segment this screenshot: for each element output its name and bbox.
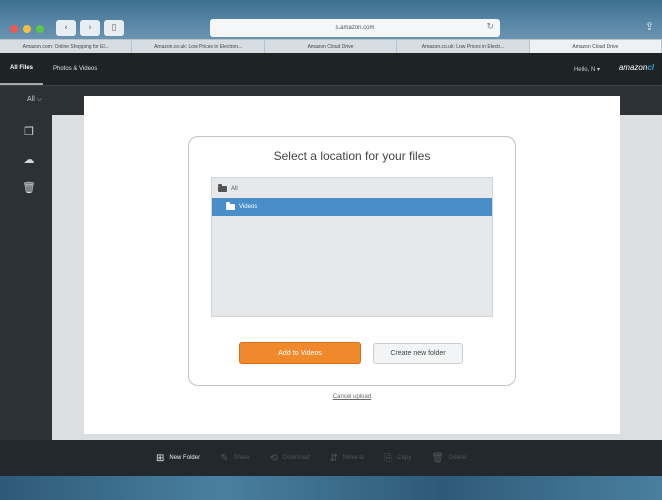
tab-all-files[interactable]: All Files xyxy=(0,53,44,85)
move-icon: ⇵ xyxy=(329,452,338,464)
bottom-toolbar: ⊞ New Folder ✎ Share ⟲ Download ⇵ Move t… xyxy=(0,440,662,476)
copy-icon: ⎘ xyxy=(384,452,393,464)
delete-button: 🗑 Delete xyxy=(431,453,466,464)
browser-tabs: Amazon.com: Online Shopping for El... Am… xyxy=(0,39,662,53)
sidebar: ❐ ☁ 🗑 xyxy=(0,115,52,440)
zoom-window-button[interactable] xyxy=(36,25,44,33)
location-panel: Select a location for your files All Vid… xyxy=(188,136,516,386)
copy-button: ⎘ Copy xyxy=(384,453,411,464)
share-icon[interactable]: ⇪ xyxy=(645,20,654,33)
url-text: s.amazon.com xyxy=(335,25,375,31)
download-label: Download xyxy=(282,455,310,461)
folder-tree: All Videos xyxy=(211,177,493,317)
address-bar[interactable]: s.amazon.com ↻ xyxy=(210,19,500,37)
minimize-window-button[interactable] xyxy=(23,25,31,33)
new-folder-label: New Folder xyxy=(169,455,201,461)
account-menu[interactable]: Hello, N ▾ xyxy=(574,66,600,73)
browser-tab[interactable]: Amazon Cloud Drive xyxy=(265,40,398,53)
share-label: Share xyxy=(233,455,250,461)
add-to-folder-button[interactable]: Add to Videos xyxy=(239,342,361,364)
browser-tab[interactable]: Amazon.co.uk: Low Prices in Electron... xyxy=(132,40,265,53)
close-window-button[interactable] xyxy=(10,25,18,33)
share-button: ✎ Share xyxy=(220,453,249,464)
new-folder-button[interactable]: ⊞ New Folder xyxy=(156,453,200,464)
browser-tab[interactable]: Amazon.co.uk: Low Prices in Electr... xyxy=(397,40,530,53)
cancel-upload-link[interactable]: Cancel upload xyxy=(84,394,620,400)
browser-chrome: ‹ › ▯ s.amazon.com ↻ ⇪ Amazon.com: Onlin… xyxy=(0,0,662,60)
share-icon: ✎ xyxy=(220,452,229,464)
files-icon[interactable]: ❐ xyxy=(22,125,36,138)
tree-item-label: Videos xyxy=(239,204,258,210)
reload-icon[interactable]: ↻ xyxy=(486,22,494,32)
copy-label: Copy xyxy=(397,455,412,461)
desktop-background xyxy=(0,476,662,500)
download-icon: ⟲ xyxy=(269,452,278,464)
browser-tab[interactable]: Amazon.com: Online Shopping for El... xyxy=(0,40,133,53)
app-header: All Files Photos & Videos Hello, N ▾ ama… xyxy=(0,53,662,85)
move-label: Move to xyxy=(342,455,365,461)
folder-icon xyxy=(218,184,227,192)
back-button[interactable]: ‹ xyxy=(56,20,76,36)
delete-icon: 🗑 xyxy=(431,452,445,464)
upload-location-modal: Select a location for your files All Vid… xyxy=(84,96,620,434)
move-button: ⇵ Move to xyxy=(330,453,365,464)
tree-item-videos[interactable]: Videos xyxy=(212,198,492,216)
browser-tab-active[interactable]: Amazon Cloud Drive xyxy=(529,40,662,53)
tree-item-all[interactable]: All xyxy=(212,180,492,198)
create-folder-button[interactable]: Create new folder xyxy=(373,343,463,364)
download-button: ⟲ Download xyxy=(269,453,309,464)
nav-buttons: ‹ › ▯ xyxy=(56,20,124,36)
sidebar-toggle-button[interactable]: ▯ xyxy=(104,20,124,36)
trash-icon[interactable]: 🗑 xyxy=(22,181,36,194)
modal-title: Select a location for your files xyxy=(273,149,431,163)
forward-button[interactable]: › xyxy=(80,20,100,36)
window-controls xyxy=(10,25,44,33)
folder-icon xyxy=(226,202,235,210)
tree-item-label: All xyxy=(231,186,238,192)
amazon-logo: amazoncl xyxy=(618,63,654,72)
new-folder-icon: ⊞ xyxy=(156,452,165,464)
upload-cloud-icon[interactable]: ☁ xyxy=(22,153,36,166)
delete-label: Delete xyxy=(449,455,467,461)
breadcrumb[interactable]: All ⌵ xyxy=(27,96,42,104)
tab-photos-videos[interactable]: Photos & Videos xyxy=(43,53,107,85)
